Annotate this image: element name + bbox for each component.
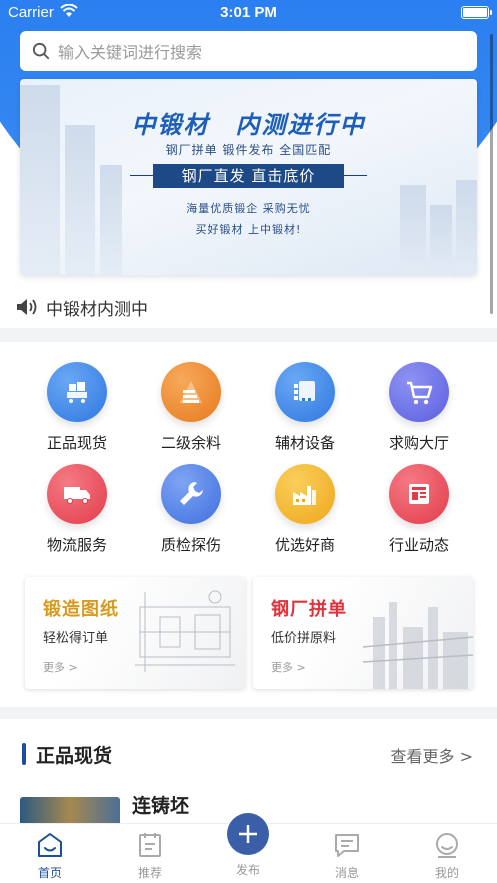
stack-triangle-icon	[161, 362, 221, 422]
home-icon	[38, 833, 62, 857]
banner-subtitle: 钢厂拼单 锻件发布 全国匹配	[165, 143, 332, 157]
tab-messages[interactable]: 消息	[297, 824, 397, 881]
search-placeholder: 输入关键词进行搜索	[58, 43, 203, 62]
speaker-icon	[17, 299, 37, 315]
publish-button[interactable]	[227, 813, 269, 855]
product-name[interactable]: 连铸坯	[132, 791, 189, 818]
wrench-icon	[161, 464, 221, 524]
banner-title: 中锻材 内测进行中	[131, 111, 366, 139]
tab-profile[interactable]: 我的	[397, 824, 497, 881]
search-bar[interactable]: 输入关键词进行搜索	[20, 31, 477, 71]
category-genuine-stock[interactable]: 正品现货	[27, 362, 127, 453]
factory-illustration	[362, 602, 473, 689]
device-icon	[275, 362, 335, 422]
promo-card-subtitle: 轻松得订单	[43, 631, 109, 646]
category-logistics[interactable]: 物流服务	[27, 464, 127, 555]
tab-label: 我的	[434, 866, 459, 880]
clock: 3:01 PM	[220, 4, 277, 21]
banner-line-2: 买好锻材 上中锻材!	[195, 223, 302, 236]
banner-slogan: 钢厂直发 直击底价	[153, 164, 344, 188]
announcement-text: 中锻材内测中	[46, 299, 148, 320]
news-icon	[389, 464, 449, 524]
promo-card-title: 锻造图纸	[43, 599, 119, 620]
tab-publish[interactable]: 发布	[198, 813, 298, 878]
category-auxiliary-equipment[interactable]: 辅材设备	[255, 362, 355, 453]
category-preferred-merchants[interactable]: 优选好商	[255, 464, 355, 555]
category-label: 质检探伤	[160, 536, 221, 554]
category-label: 辅材设备	[274, 434, 335, 452]
tab-label: 消息	[334, 866, 359, 880]
banner-line-1: 海量优质锻企 采购无忧	[186, 202, 311, 215]
search-icon	[32, 42, 50, 60]
scrollbar[interactable]	[490, 34, 493, 314]
category-label: 优选好商	[274, 536, 335, 554]
truck-icon	[47, 464, 107, 524]
tab-home[interactable]: 首页	[0, 824, 100, 881]
category-purchase-hall[interactable]: 求购大厅	[369, 362, 469, 453]
promo-card-title: 钢厂拼单	[271, 599, 347, 620]
category-label: 物流服务	[46, 536, 107, 554]
factory-icon	[275, 464, 335, 524]
recommend-icon	[139, 833, 161, 857]
bottom-tab-bar: 首页 推荐 发布 消息 我的	[0, 813, 497, 883]
section-accent-bar	[22, 743, 26, 765]
category-label: 正品现货	[46, 434, 107, 452]
status-bar: Carrier 3:01 PM	[0, 0, 497, 26]
tab-label: 首页	[37, 866, 62, 880]
promo-card-more-link[interactable]: 更多 >	[271, 659, 306, 675]
category-label: 二级余料	[160, 434, 221, 452]
category-industry-news[interactable]: 行业动态	[369, 464, 469, 555]
category-section: 正品现货 二级余料 辅材设备 求购大厅 物流服务 质检探伤 优选好商 行业动态 …	[0, 342, 497, 707]
announcement-bar[interactable]: 中锻材内测中	[0, 286, 497, 328]
tab-recommend[interactable]: 推荐	[100, 824, 200, 881]
profile-icon	[436, 833, 458, 858]
tab-label: 发布	[235, 863, 260, 877]
tab-label: 推荐	[137, 866, 162, 880]
promo-card-forging-drawings[interactable]: 锻造图纸 轻松得订单 更多 >	[25, 577, 245, 689]
promo-card-steel-mill-group-order[interactable]: 钢厂拼单 低价拼原料 更多 >	[253, 577, 473, 689]
section-title: 正品现货	[36, 745, 113, 767]
category-label: 求购大厅	[388, 434, 449, 452]
category-quality-inspection[interactable]: 质检探伤	[141, 464, 241, 555]
category-secondary-surplus[interactable]: 二级余料	[141, 362, 241, 453]
message-icon	[335, 834, 359, 857]
shopping-cart-icon	[389, 362, 449, 422]
plus-icon	[239, 825, 257, 843]
category-label: 行业动态	[388, 536, 449, 554]
drawing-illustration	[135, 590, 235, 672]
cart-boxes-icon	[47, 362, 107, 422]
promo-card-subtitle: 低价拼原料	[271, 631, 337, 646]
view-more-link[interactable]: 查看更多 >	[391, 743, 474, 767]
battery-icon	[461, 6, 492, 19]
promo-card-more-link[interactable]: 更多 >	[43, 659, 78, 675]
promo-banner[interactable]: 中锻材 内测进行中 钢厂拼单 锻件发布 全国匹配 钢厂直发 直击底价 海量优质锻…	[20, 79, 477, 275]
